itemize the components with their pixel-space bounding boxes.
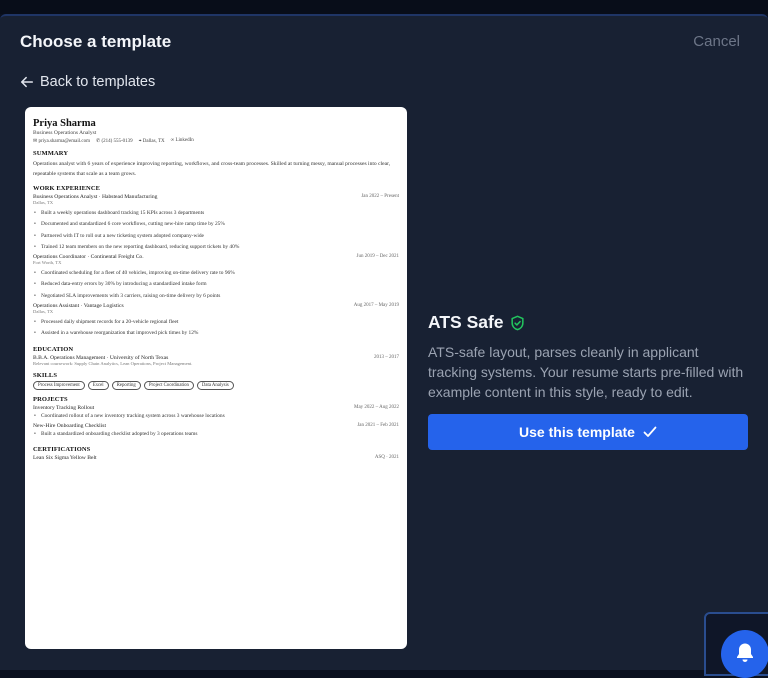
job-dates: Jun 2019 – Dec 2021	[356, 254, 400, 260]
job-location: Dallas, TX	[33, 200, 54, 205]
template-title-row: ATS Safe	[428, 312, 748, 333]
job-dates: Aug 2017 – May 2019	[353, 303, 399, 309]
job-location: Dallas, TX	[33, 309, 54, 315]
summary-heading: SUMMARY	[33, 150, 69, 157]
skill-pill: Excel	[87, 380, 109, 390]
job-bullet: Documented and standardized 6 core workf…	[33, 219, 399, 231]
location-icon: ⌖ Dallas, TX	[138, 139, 165, 144]
arrow-left-icon	[20, 76, 34, 88]
project-bullet: Coordinated rollout of a new inventory t…	[33, 411, 399, 423]
job-bullet: Partnered with IT to roll out a new tick…	[33, 231, 399, 243]
notifications-button[interactable]	[721, 630, 768, 678]
skills-heading: SKILLS	[33, 371, 58, 379]
job-bullet: Reduced data-entry errors by 30% by intr…	[33, 279, 399, 291]
skill-pill: Process Improvement	[33, 380, 85, 390]
template-description: ATS-safe layout, parses cleanly in appli…	[428, 344, 744, 400]
job-bullet: Negotiated SLA improvements with 3 carri…	[33, 291, 399, 303]
skill-pill: Reporting	[111, 380, 141, 390]
top-strip	[0, 0, 768, 14]
resume-phone: (214) 555-0139	[101, 139, 133, 144]
certification-name: Lean Six Sigma Yellow Belt	[33, 455, 97, 462]
mail-icon: ✉ priya.sharma@email.com	[33, 139, 90, 144]
job-bullet: Processed daily shipment records for a 2…	[33, 317, 399, 329]
use-template-button[interactable]: Use this template	[428, 414, 748, 450]
certification-row: Lean Six Sigma Yellow Belt ASQ · 2021	[33, 455, 399, 461]
education-dates: 2013 – 2017	[374, 354, 399, 360]
education-heading: EDUCATION	[33, 345, 74, 353]
job-bullet: Built a weekly operations dashboard trac…	[33, 208, 399, 220]
modal-title: Choose a template	[20, 32, 172, 51]
skill-pill: Data Analysis	[196, 380, 234, 390]
resume-preview: Priya Sharma Business Operations Analyst…	[25, 107, 407, 649]
cancel-button[interactable]: Cancel	[693, 33, 740, 50]
back-label: Back to templates	[40, 74, 156, 90]
shield-check-icon	[510, 315, 524, 330]
skills-list: Process Improvement Excel Reporting Proj…	[33, 380, 399, 390]
resume-email: priya.sharma@email.com	[38, 139, 90, 144]
projects-heading: PROJECTS	[33, 395, 68, 403]
template-name: ATS Safe	[428, 312, 504, 332]
education-degree: B.B.A. Operations Management · Universit…	[33, 354, 169, 361]
check-icon	[643, 426, 657, 437]
use-template-label: Use this template	[519, 424, 635, 440]
job-location: Fort Worth, TX	[33, 260, 62, 266]
job-bullet: Coordinated scheduling for a fleet of 40…	[33, 268, 399, 280]
link-icon: ∞ LinkedIn	[170, 138, 194, 143]
resume-role: Business Operations Analyst	[33, 130, 97, 136]
bell-icon	[737, 643, 753, 662]
resume-link: LinkedIn	[175, 138, 194, 143]
template-details: ATS Safe ATS-safe layout, parses cleanly…	[428, 312, 748, 450]
project-bullet: Built a standardized onboarding checklis…	[33, 429, 399, 441]
job-dates: Jan 2022 – Present	[361, 194, 399, 199]
resume-name: Priya Sharma	[33, 118, 96, 129]
back-to-templates-link[interactable]: Back to templates	[20, 74, 155, 90]
certification-issuer: ASQ · 2021	[374, 455, 399, 461]
experience-heading: WORK EXPERIENCE	[33, 185, 101, 192]
phone-icon: ✆ (214) 555-0139	[95, 139, 133, 144]
resume-contact: ✉ priya.sharma@email.com ✆ (214) 555-013…	[33, 138, 399, 144]
job-bullet: Assisted in a warehouse reorganization t…	[33, 328, 399, 340]
certifications-heading: CERTIFICATIONS	[33, 446, 91, 454]
summary-text: Operations analyst with 6 years of exper…	[33, 161, 391, 177]
skill-pill: Project Coordination	[143, 380, 194, 390]
job-bullet: Trained 12 team members on the new repor…	[33, 242, 399, 254]
resume-location: Dallas, TX	[142, 139, 165, 144]
education-coursework: Relevant coursework: Supply Chain Analyt…	[33, 360, 193, 366]
